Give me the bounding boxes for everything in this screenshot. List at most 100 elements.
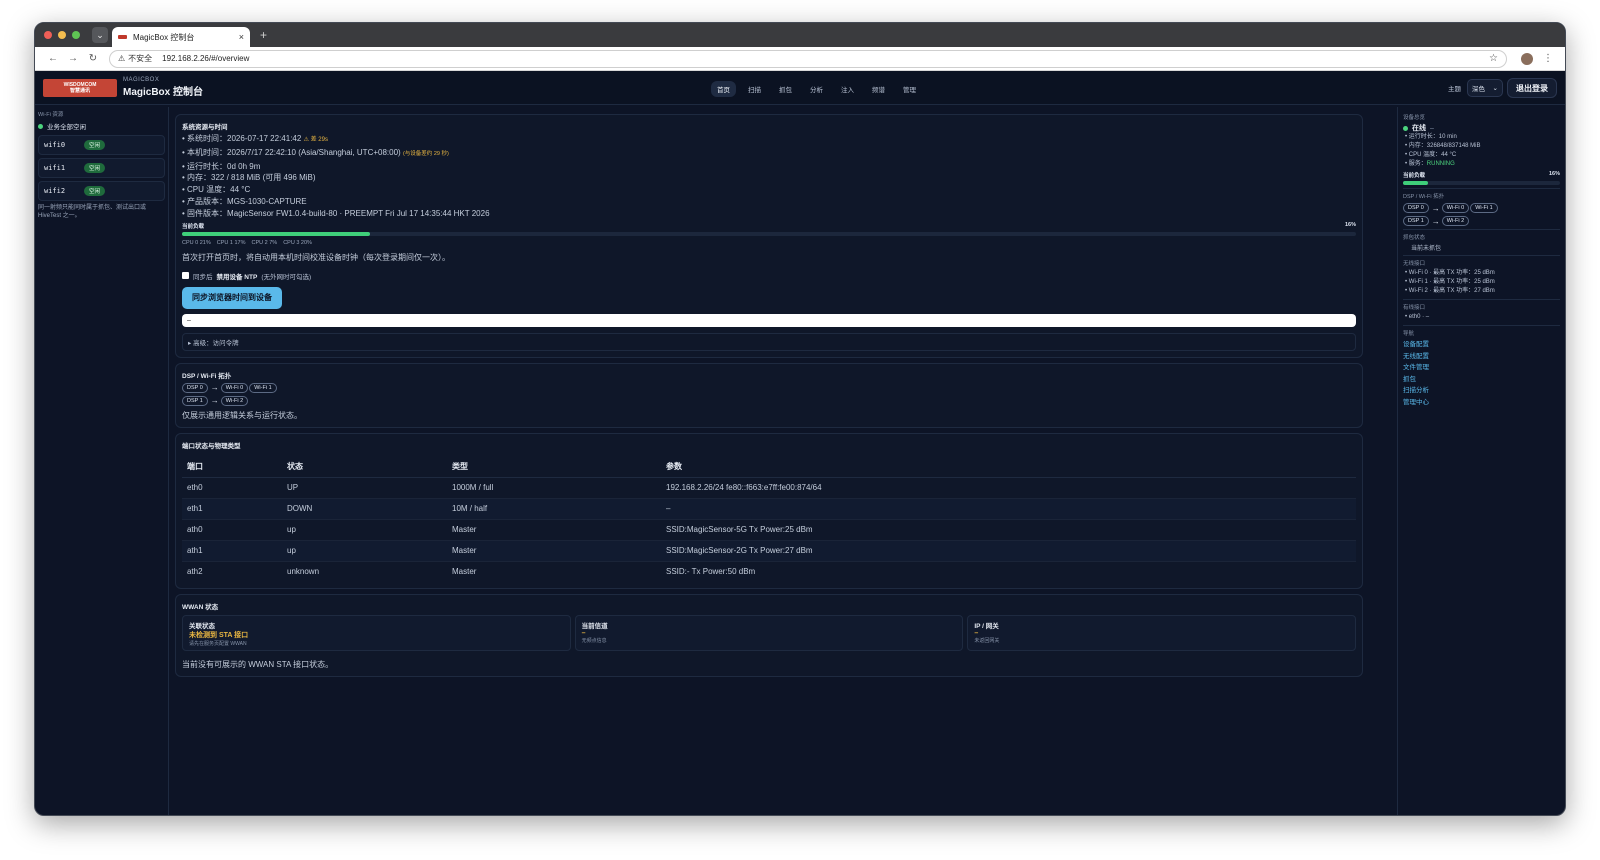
profile-avatar[interactable] [1521,52,1533,65]
rs-topology-row-dsp1: DSP 1 → Wi-Fi 2 [1403,216,1560,226]
divider [1403,299,1560,300]
stat-cpu-temp: CPU 温度：44 °C [1405,151,1560,160]
list-item: eth0 · – [1405,313,1560,322]
brand: MAGICBOX MagicBox 控制台 [123,77,203,98]
online-status: 在线 – [1403,123,1560,133]
browser-window: ⌄ MagicBox 控制台 × + ← → ↻ ⚠ 不安全 192.168.2… [34,22,1566,816]
sidebar-item-wifi2[interactable]: wifi2 空闲 [38,181,165,201]
quick-links: 设备配置 无线配置 文件管理 抓包 扫描分析 管理中心 [1403,339,1560,408]
browser-tab[interactable]: MagicBox 控制台 × [112,27,250,47]
ntp-checkbox-row: 同步后 禁用设备 NTP (无外网时可勾选) [182,271,1356,281]
browser-menu-icon[interactable]: ⋮ [1543,53,1553,64]
maximize-window-button[interactable] [72,31,80,39]
rs-load-label: 当前负载 [1403,173,1426,179]
online-text: 在线 [1412,125,1426,132]
system-panel: 系统资源与时间 系统时间：2026-07-17 22:41:42 ⚠ 差 29s… [175,114,1363,358]
nav-capture[interactable]: 抓包 [773,81,798,97]
divider [1403,325,1560,326]
sidebar-item-wifi0[interactable]: wifi0 空闲 [38,135,165,155]
wifi-pill: Wi-Fi 0 [1441,203,1470,213]
card-label: IP / 网关 [974,623,999,631]
url-text[interactable]: 192.168.2.26/#/overview [162,54,1489,63]
nav-inject[interactable]: 注入 [835,81,860,97]
ports-title: 端口状态与物理类型 [182,442,241,450]
wifi-pill: Wi-Fi 1 [1470,203,1498,213]
link-admin-center[interactable]: 管理中心 [1403,397,1560,409]
radio-name: wifi1 [44,164,66,172]
minimize-window-button[interactable] [58,31,66,39]
port-params: – [661,497,1356,520]
disable-ntp-checkbox[interactable] [182,272,189,280]
link-wireless-config[interactable]: 无线配置 [1403,351,1560,363]
divider [1403,255,1560,256]
sidebar-item-wifi1[interactable]: wifi1 空闲 [38,158,165,178]
radio-name: wifi2 [44,187,66,195]
back-icon[interactable]: ← [43,53,63,64]
local-time-item: 本机时间：2026/7/17 22:42:10 (Asia/Shanghai, … [182,147,1356,161]
forward-icon[interactable]: → [63,53,83,64]
system-time-item: 系统时间：2026-07-17 22:41:42 ⚠ 差 29s [182,133,1356,147]
wwan-note: 当前没有可展示的 WWAN STA 接口状态。 [182,660,334,670]
tab-close-icon[interactable]: × [239,32,244,42]
load-bar [182,231,1356,236]
wwan-card-association: 关联状态 未检测到 STA 接口 请先在服务页配置 WWAN [182,615,571,652]
link-capture[interactable]: 抓包 [1403,374,1560,386]
port-state: DOWN [282,497,447,520]
topology-row-dsp1: DSP 1 → Wi-Fi 2 [182,395,1356,406]
nav-spectrum[interactable]: 频谱 [866,81,891,97]
memory: 内存：322 / 818 MiB (可用 496 MiB) [182,172,1356,184]
new-tab-icon[interactable]: + [260,28,267,42]
nav-admin[interactable]: 管理 [897,81,922,97]
logout-button[interactable]: 退出登录 [1507,78,1557,98]
app-header: WISDOMCOM 智慧通讯 MAGICBOX MagicBox 控制台 首页 … [35,71,1565,105]
tab-search-icon[interactable]: ⌄ [92,27,108,43]
main-panel: 系统资源与时间 系统时间：2026-07-17 22:41:42 ⚠ 差 29s… [175,114,1363,682]
status-badge: 空闲 [84,163,106,173]
rs-load-percent: 16% [1548,171,1560,177]
wifi-pill: Wi-Fi 2 [1441,216,1470,226]
port-type: Master [447,560,661,583]
link-scan-analysis[interactable]: 扫描分析 [1403,385,1560,397]
wireless-title: 无线接口 [1403,261,1426,267]
port-type: Master [447,518,661,541]
time-diff-warning: ⚠ 差 29s [303,137,328,143]
sidebar-title: Wi-Fi 资源 [38,112,64,118]
main-nav: 首页 扫描 抓包 分析 注入 频谱 管理 [711,81,922,97]
stat-memory: 内存：326848/837148 MiB [1405,142,1560,151]
firmware-version: 固件版本：MagicSensor FW1.0.4-build-80 · PREE… [182,208,1356,220]
header-actions: 主题 深色 ⌄ 退出登录 [1448,78,1557,98]
arrow-right-icon: → [210,383,219,393]
column-header: 状态 [282,455,447,478]
address-bar[interactable]: ⚠ 不安全 192.168.2.26/#/overview ☆ [109,49,1507,68]
bookmark-star-icon[interactable]: ☆ [1489,53,1498,64]
sync-output-field[interactable]: – [182,313,1356,327]
card-label: 当前信道 [581,623,608,631]
link-file-manager[interactable]: 文件管理 [1403,362,1560,374]
divider [1403,229,1560,230]
capture-text: 当前未抓包 [1411,246,1442,252]
nav-analysis[interactable]: 分析 [804,81,829,97]
wifi-pill: Wi-Fi 1 [249,382,277,393]
port-state: up [282,518,447,541]
advanced-token-toggle[interactable]: ▸ 高级：访问令牌 [182,332,1356,351]
dsp-pill: DSP 1 [182,395,208,406]
port-params: SSID:- Tx Power:50 dBm [661,560,1356,583]
nav-home[interactable]: 首页 [711,81,736,97]
chevron-down-icon: ⌄ [1492,85,1498,92]
content-area: Wi-Fi 资源 业务全部空闲 wifi0 空闲 wifi1 空闲 wifi2 … [35,107,1565,815]
theme-value: 深色 [1472,86,1485,93]
load-label: 当前负载 [182,223,205,230]
theme-select[interactable]: 深色 ⌄ [1467,79,1503,97]
link-device-config[interactable]: 设备配置 [1403,339,1560,351]
stat-uptime: 运行时长：10 min [1405,133,1560,142]
table-row: ath0 up Master SSID:MagicSensor-5G Tx Po… [182,518,1356,541]
logo-text-cn: 智慧通讯 [69,87,90,94]
card-sub: 未返回网关 [974,638,1000,645]
sync-time-button[interactable]: 同步浏览器时间到设备 [182,286,282,309]
port-name: ath0 [182,518,282,541]
nav-scan[interactable]: 扫描 [742,81,767,97]
table-row: eth0 UP 1000M / full 192.168.2.26/24 fe8… [182,476,1356,499]
close-window-button[interactable] [44,31,52,39]
load-row: 当前负载 16% [182,222,1356,230]
reload-icon[interactable]: ↻ [83,53,103,64]
